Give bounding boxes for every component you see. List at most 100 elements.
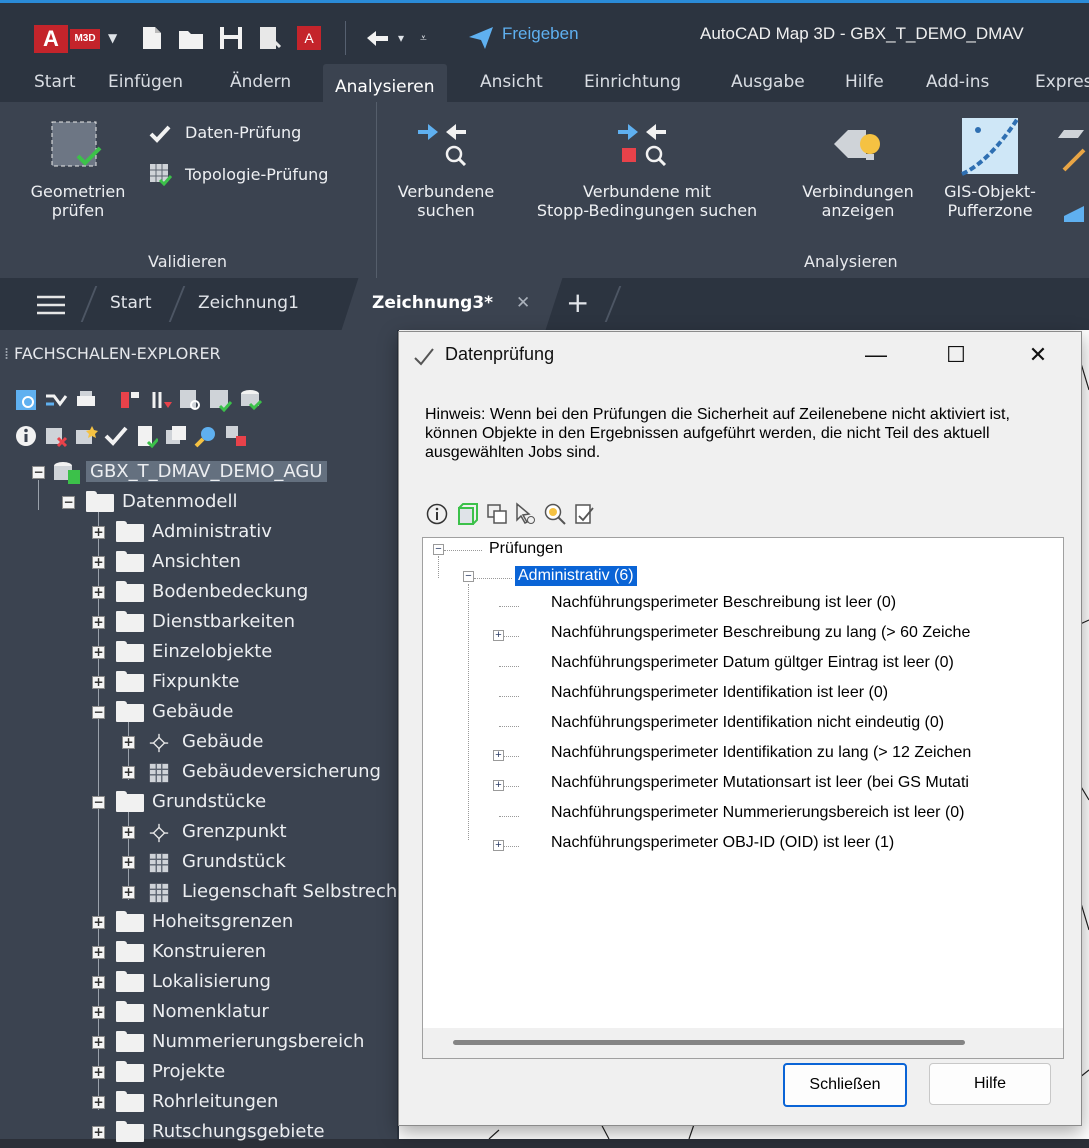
expand-icon[interactable]: +	[92, 1126, 105, 1139]
new-feature-icon[interactable]	[74, 424, 98, 448]
topology-table-icon[interactable]	[208, 388, 232, 412]
validate-check-icon[interactable]	[104, 424, 128, 448]
tree-item[interactable]: + Gebäude	[0, 728, 420, 758]
tree-item[interactable]: + Einzelobjekte	[0, 638, 420, 668]
share-button[interactable]: Freigeben	[502, 24, 579, 44]
expand-icon[interactable]: +	[493, 630, 504, 641]
scrollbar-thumb[interactable]	[453, 1040, 965, 1045]
gis-buffer-icon[interactable]	[960, 116, 1020, 176]
tab-analysieren[interactable]: Analysieren	[323, 64, 447, 102]
collapse-icon[interactable]: −	[92, 796, 105, 809]
tree-item[interactable]: + Rohrleitungen	[0, 1088, 420, 1118]
autocad-web-icon[interactable]: A	[294, 23, 324, 53]
close-button[interactable]: Schließen	[783, 1063, 907, 1107]
tree-item[interactable]: + Administrativ	[0, 518, 420, 548]
print-icon[interactable]	[74, 388, 98, 412]
panel-grip-icon[interactable]: ⁞	[4, 344, 9, 363]
expand-icon[interactable]: +	[92, 1006, 105, 1019]
check-geometry-button[interactable]: Geometrien prüfen	[18, 182, 138, 220]
info-icon[interactable]	[425, 502, 449, 526]
tree-item[interactable]: + Liegenschaft Selbstrech	[0, 878, 420, 908]
tree-item[interactable]: − Grundstücke	[0, 788, 420, 818]
attribute-list-icon[interactable]	[134, 424, 158, 448]
horizontal-scrollbar[interactable]	[423, 1028, 1063, 1058]
tree-item[interactable]: + Grundstück	[0, 848, 420, 878]
open-folder-icon[interactable]	[176, 23, 206, 53]
tab-aendern[interactable]: Ändern	[230, 72, 291, 92]
tree-item[interactable]: + Nummerierungsbereich	[0, 1028, 420, 1058]
report-icon[interactable]	[573, 502, 597, 526]
expand-icon[interactable]: +	[92, 946, 105, 959]
tree-item[interactable]: + Grenzpunkt	[0, 818, 420, 848]
expand-icon[interactable]: +	[493, 840, 504, 851]
expand-icon[interactable]: +	[92, 1066, 105, 1079]
tab-hilfe[interactable]: Hilfe	[845, 72, 884, 92]
expand-icon[interactable]: +	[493, 750, 504, 761]
tab-ansicht[interactable]: Ansicht	[480, 72, 543, 92]
copy-feature-icon[interactable]	[164, 424, 188, 448]
connected-search-button[interactable]: Verbundene suchen	[382, 182, 510, 220]
tab-express[interactable]: Expres	[1035, 72, 1089, 92]
check-results-tree[interactable]: − Prüfungen − Administrativ (6) Nachführ…	[422, 537, 1064, 1059]
share-icon[interactable]	[466, 23, 496, 53]
zoom-to-icon[interactable]	[543, 502, 567, 526]
expand-icon[interactable]: +	[92, 1036, 105, 1049]
expand-icon[interactable]: +	[122, 736, 135, 749]
schema-search-icon[interactable]	[14, 388, 38, 412]
collapse-icon[interactable]: −	[62, 496, 75, 509]
expand-icon[interactable]: +	[122, 886, 135, 899]
collapse-icon[interactable]: −	[92, 706, 105, 719]
collapse-icon[interactable]: −	[463, 571, 474, 582]
tab-add-ins[interactable]: Add-ins	[926, 72, 989, 92]
close-tab-icon[interactable]: ✕	[516, 293, 530, 313]
info-icon[interactable]	[14, 424, 38, 448]
help-button[interactable]: Hilfe	[929, 1063, 1051, 1105]
tree-item[interactable]: + Konstruieren	[0, 938, 420, 968]
file-tab-drawing1[interactable]: Zeichnung1	[198, 293, 299, 313]
save-icon[interactable]	[216, 23, 246, 53]
tree-root[interactable]: − GBX_T_DMAV_DEMO_AGU	[0, 458, 420, 488]
connected-stop-search-icon[interactable]	[614, 116, 670, 166]
gis-buffer-button[interactable]: GIS-Objekt- Pufferzone	[930, 182, 1050, 220]
product-badge[interactable]: M3D	[70, 29, 100, 49]
expand-icon[interactable]: +	[92, 616, 105, 629]
expand-icon[interactable]: +	[122, 766, 135, 779]
data-check-button[interactable]: Daten-Prüfung	[185, 123, 301, 142]
expand-icon[interactable]: +	[122, 856, 135, 869]
connect-arrow-icon[interactable]	[44, 388, 68, 412]
topology-check-button[interactable]: Topologie-Prüfung	[185, 165, 328, 184]
tab-einrichtung[interactable]: Einrichtung	[584, 72, 681, 92]
tree-item[interactable]: − Gebäude	[0, 698, 420, 728]
close-window-button[interactable]: ✕	[1013, 338, 1063, 372]
expand-icon[interactable]: +	[92, 676, 105, 689]
database-icon[interactable]	[238, 388, 262, 412]
collapse-icon[interactable]: −	[433, 544, 444, 555]
show-connections-button[interactable]: Verbindungen anzeigen	[788, 182, 928, 220]
file-tab-start[interactable]: Start	[110, 293, 152, 313]
tab-ausgabe[interactable]: Ausgabe	[731, 72, 805, 92]
tree-item[interactable]: + Gebäudeversicherung	[0, 758, 420, 788]
tree-item[interactable]: + Dienstbarkeiten	[0, 608, 420, 638]
app-menu-caret-icon[interactable]: ▼	[108, 31, 117, 45]
expand-icon[interactable]: +	[92, 556, 105, 569]
app-logo[interactable]: A	[34, 25, 68, 53]
tree-item[interactable]: + Bodenbedeckung	[0, 578, 420, 608]
hamburger-menu-icon[interactable]	[35, 294, 67, 316]
expand-icon[interactable]: +	[92, 526, 105, 539]
sort-icon[interactable]	[148, 388, 172, 412]
query-table-icon[interactable]	[178, 388, 202, 412]
undo-icon[interactable]	[363, 23, 393, 53]
save-as-icon[interactable]	[256, 23, 286, 53]
expand-icon[interactable]: +	[92, 1096, 105, 1109]
copy-icon[interactable]	[485, 502, 509, 526]
collapse-icon[interactable]: −	[32, 466, 45, 479]
expand-icon[interactable]: +	[92, 976, 105, 989]
tab-einfuegen[interactable]: Einfügen	[108, 72, 183, 92]
tab-start[interactable]: Start	[34, 72, 76, 92]
feature-class-icon[interactable]	[118, 388, 142, 412]
zoom-icon[interactable]	[194, 424, 218, 448]
undo-caret-icon[interactable]: ▾	[398, 31, 404, 45]
delete-feature-icon[interactable]	[44, 424, 68, 448]
expand-icon[interactable]: +	[92, 646, 105, 659]
customize-qat-icon[interactable]: ⩡	[420, 31, 427, 46]
